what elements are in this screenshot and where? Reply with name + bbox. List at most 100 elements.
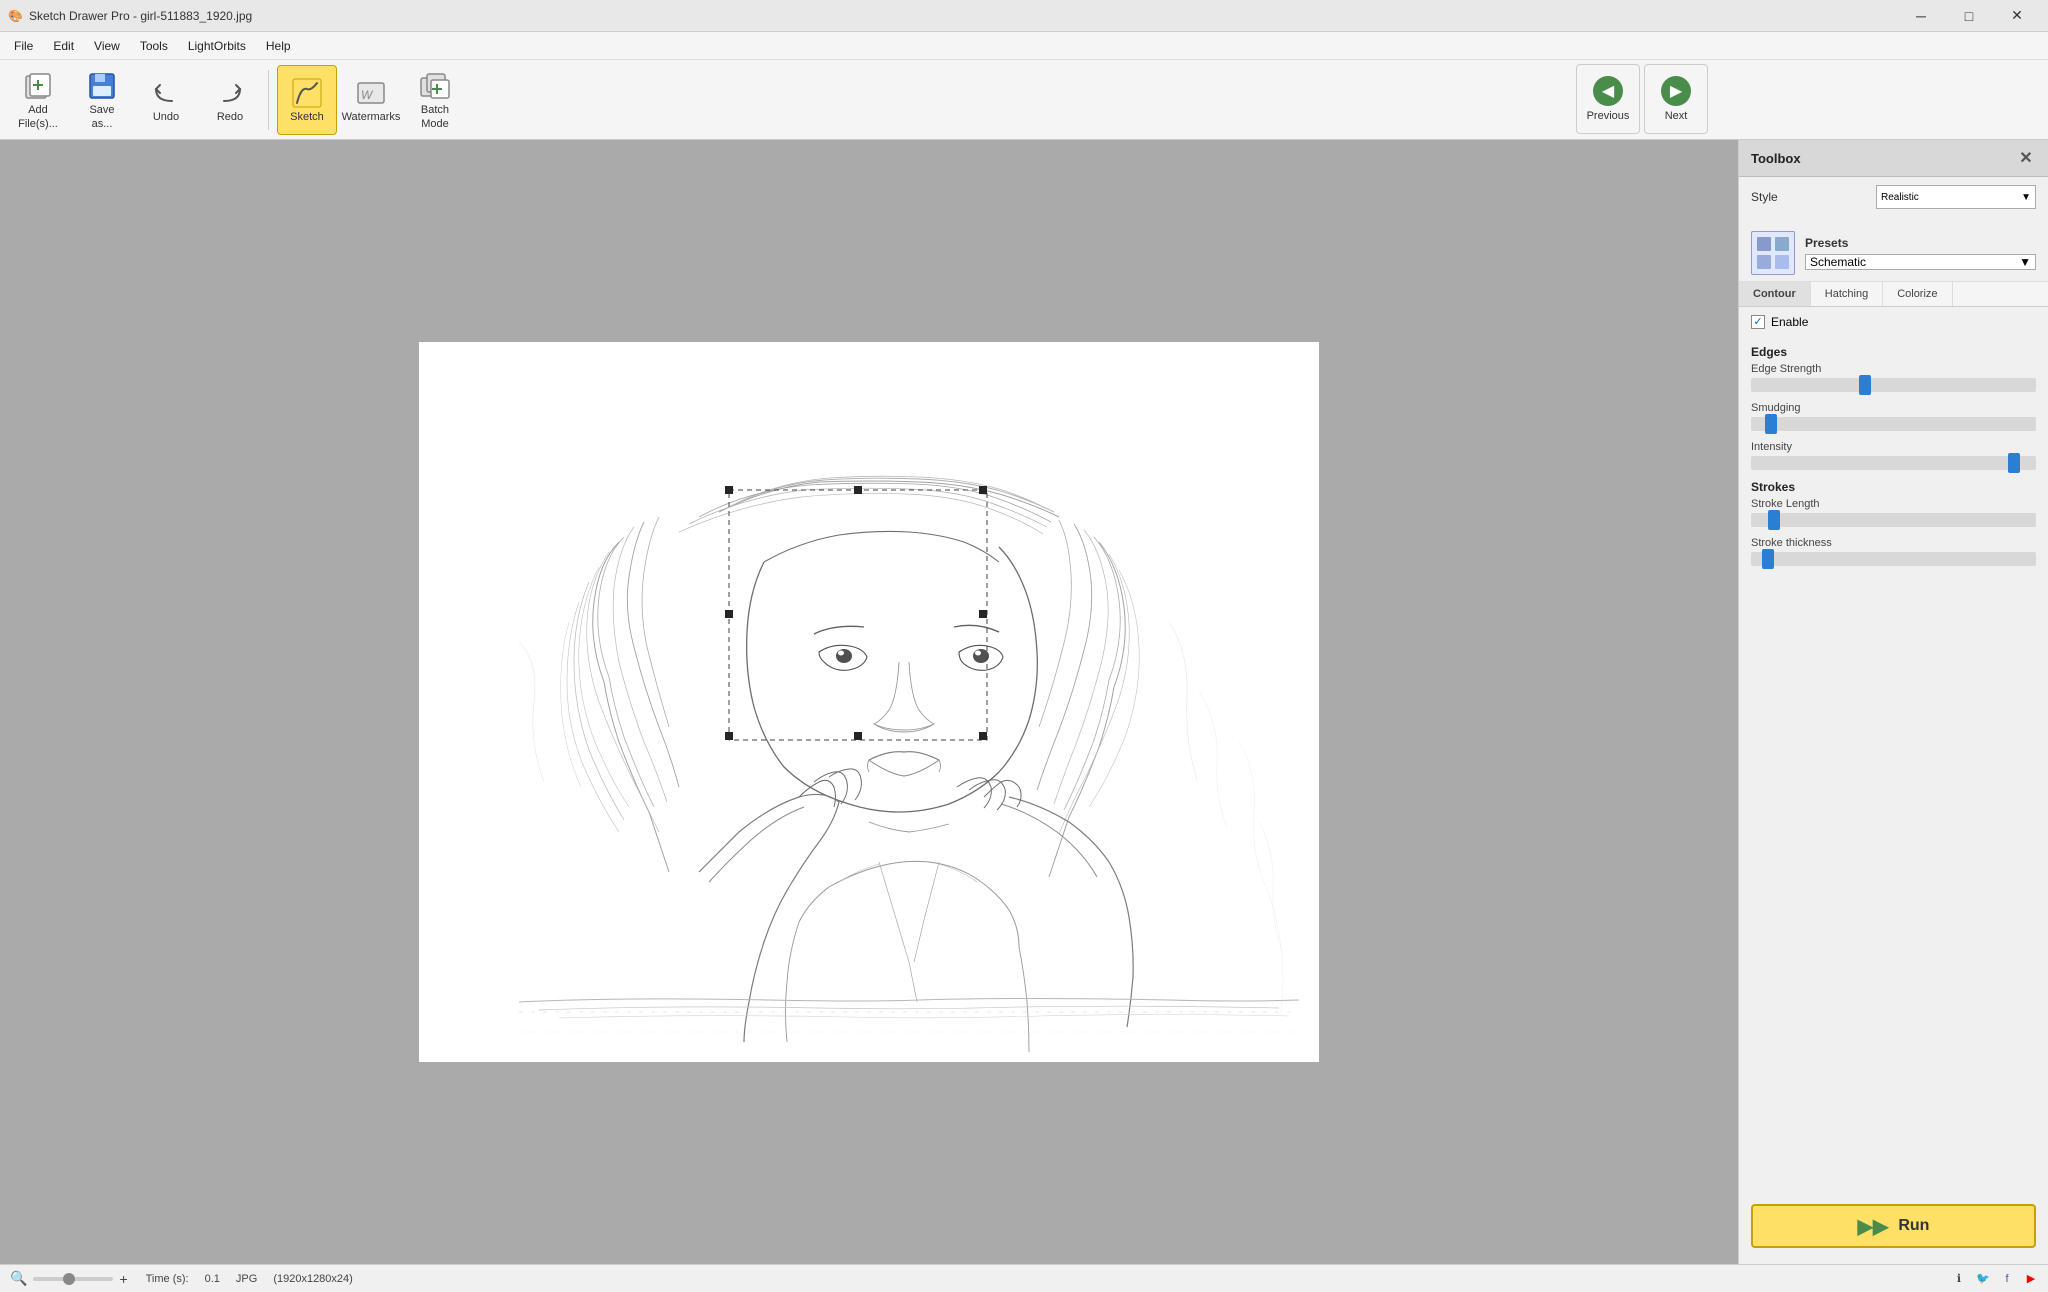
smudging-label: Smudging — [1751, 402, 2036, 414]
tab-hatching[interactable]: Hatching — [1811, 282, 1883, 306]
save-as-icon — [86, 70, 118, 102]
status-dimensions: (1920x1280x24) — [273, 1273, 353, 1285]
svg-text:W: W — [361, 88, 374, 102]
smudging-thumb[interactable] — [1765, 414, 1777, 434]
presets-dropdown-arrow: ▼ — [2019, 255, 2031, 269]
menu-edit[interactable]: Edit — [43, 35, 84, 57]
redo-button[interactable]: Redo — [200, 65, 260, 135]
smudging-group: Smudging — [1751, 402, 2036, 431]
undo-button[interactable]: Undo — [136, 65, 196, 135]
sketch-button[interactable]: Sketch — [277, 65, 337, 135]
batch-mode-button[interactable]: Batch Mode — [405, 65, 465, 135]
presets-section: Presets Schematic ▼ — [1739, 225, 2048, 282]
batch-mode-label2: Mode — [421, 118, 449, 130]
next-button[interactable]: ▶ Next — [1644, 64, 1708, 134]
undo-label: Undo — [153, 111, 179, 123]
menu-file[interactable]: File — [4, 35, 43, 57]
status-twitter-icon[interactable]: 🐦 — [1974, 1270, 1992, 1288]
main-area: Toolbox ✕ Style Realistic ▼ — [0, 140, 2048, 1264]
status-info-icon[interactable]: ℹ — [1950, 1270, 1968, 1288]
zoom-in-button[interactable]: + — [117, 1271, 129, 1287]
stroke-thickness-thumb[interactable] — [1762, 549, 1774, 569]
watermarks-button[interactable]: W Watermarks — [341, 65, 401, 135]
zoom-out-button[interactable]: 🔍 — [8, 1270, 29, 1287]
add-files-button[interactable]: Add File(s)... — [8, 65, 68, 135]
stroke-length-thumb[interactable] — [1768, 510, 1780, 530]
menu-view[interactable]: View — [84, 35, 130, 57]
tab-colorize[interactable]: Colorize — [1883, 282, 1952, 306]
toolbar-separator — [268, 70, 269, 130]
tab-contour[interactable]: Contour — [1739, 282, 1811, 306]
edge-strength-slider[interactable] — [1751, 378, 2036, 392]
edge-strength-group: Edge Strength — [1751, 363, 2036, 392]
zoom-controls: 🔍 + — [8, 1270, 130, 1287]
maximize-button[interactable]: □ — [1946, 0, 1992, 32]
canvas-area[interactable] — [0, 140, 1738, 1264]
sliders-section: Edges Edge Strength Smudging Intensity — [1739, 333, 2048, 580]
previous-button[interactable]: ◀ Previous — [1576, 64, 1640, 134]
sketch-canvas — [419, 342, 1319, 1062]
edge-strength-thumb[interactable] — [1859, 375, 1871, 395]
enable-checkbox[interactable] — [1751, 315, 1765, 329]
toolbox-close-button[interactable]: ✕ — [2016, 148, 2036, 168]
sketch-label: Sketch — [290, 111, 324, 123]
style-section: Style Realistic ▼ — [1739, 177, 2048, 225]
add-files-label: Add — [28, 104, 48, 116]
tabs-row: Contour Hatching Colorize — [1739, 282, 2048, 307]
add-files-icon — [22, 70, 54, 102]
save-as-button[interactable]: Save as... — [72, 65, 132, 135]
style-dropdown[interactable]: Realistic ▼ — [1876, 185, 2036, 209]
smudging-slider[interactable] — [1751, 417, 2036, 431]
style-value: Realistic — [1881, 192, 1919, 203]
watermarks-label: Watermarks — [342, 111, 401, 123]
add-files-label2: File(s)... — [18, 118, 58, 130]
style-row: Style Realistic ▼ — [1751, 185, 2036, 209]
status-youtube-icon[interactable]: ▶ — [2022, 1270, 2040, 1288]
close-button[interactable]: ✕ — [1994, 0, 2040, 32]
stroke-length-slider[interactable] — [1751, 513, 2036, 527]
title-bar: 🎨 Sketch Drawer Pro - girl-511883_1920.j… — [0, 0, 2048, 32]
menu-bar: File Edit View Tools LightOrbits Help — [0, 32, 2048, 60]
strokes-title: Strokes — [1751, 480, 2036, 494]
presets-label: Presets — [1805, 236, 2036, 250]
stroke-thickness-group: Stroke thickness — [1751, 537, 2036, 566]
intensity-slider[interactable] — [1751, 456, 2036, 470]
menu-help[interactable]: Help — [256, 35, 301, 57]
run-button[interactable]: ▶▶ Run — [1751, 1204, 2036, 1248]
intensity-label: Intensity — [1751, 441, 2036, 453]
status-facebook-icon[interactable]: f — [1998, 1270, 2016, 1288]
run-section: ▶▶ Run — [1739, 1188, 2048, 1264]
presets-dropdown[interactable]: Schematic ▼ — [1805, 254, 2036, 270]
watermarks-icon: W — [355, 77, 387, 109]
window-title: Sketch Drawer Pro - girl-511883_1920.jpg — [29, 9, 252, 23]
menu-tools[interactable]: Tools — [130, 35, 178, 57]
status-format: JPG — [236, 1273, 257, 1285]
edge-strength-label: Edge Strength — [1751, 363, 2036, 375]
previous-icon: ◀ — [1593, 76, 1623, 106]
zoom-track[interactable] — [33, 1277, 113, 1281]
stroke-thickness-slider[interactable] — [1751, 552, 2036, 566]
edges-title: Edges — [1751, 345, 2036, 359]
app-icon: 🎨 — [8, 9, 23, 23]
save-as-label2: as... — [92, 118, 113, 130]
batch-mode-label: Batch — [421, 104, 449, 116]
stroke-length-label: Stroke Length — [1751, 498, 2036, 510]
intensity-thumb[interactable] — [2008, 453, 2020, 473]
enable-label: Enable — [1771, 315, 1808, 329]
zoom-thumb[interactable] — [63, 1273, 75, 1285]
status-time-label: Time (s): — [146, 1273, 189, 1285]
toolbar: Add File(s)... Save as... Undo — [0, 60, 2048, 140]
title-bar-left: 🎨 Sketch Drawer Pro - girl-511883_1920.j… — [8, 9, 252, 23]
presets-col: Presets Schematic ▼ — [1805, 236, 2036, 270]
status-icons: ℹ 🐦 f ▶ — [1950, 1270, 2040, 1288]
style-dropdown-arrow: ▼ — [2021, 192, 2031, 203]
run-arrow-icon: ▶▶ — [1858, 1214, 1889, 1239]
menu-lightorbits[interactable]: LightOrbits — [178, 35, 256, 57]
intensity-group: Intensity — [1751, 441, 2036, 470]
batch-mode-icon — [419, 70, 451, 102]
status-time-value: 0.1 — [205, 1273, 220, 1285]
toolbox-panel: Toolbox ✕ Style Realistic ▼ — [1738, 140, 2048, 1264]
minimize-button[interactable]: ─ — [1898, 0, 1944, 32]
presets-icon — [1751, 231, 1795, 275]
save-as-label: Save — [89, 104, 114, 116]
